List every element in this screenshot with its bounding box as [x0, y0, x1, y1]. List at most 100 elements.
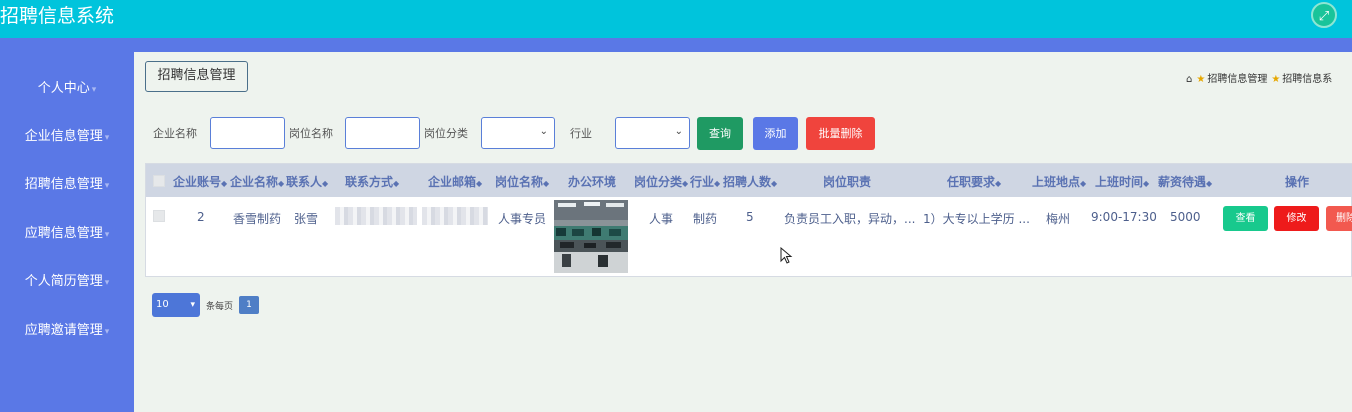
- sidebar-item-label: 招聘信息管理: [24, 177, 103, 192]
- sidebar-item-invitations[interactable]: 应聘邀请管理 ▾: [0, 322, 134, 341]
- column-header: 岗位职责: [823, 175, 872, 189]
- chevron-down-icon: ⌄: [674, 126, 683, 137]
- table-header: 企业账号◆ 企业名称◆ 联系人◆ 联系方式◆ 企业邮箱◆ 岗位名称◆ 办公环境 …: [146, 164, 1352, 197]
- breadcrumb-item[interactable]: 招聘信息管理: [1207, 74, 1267, 85]
- cell-job-category: 人事: [649, 212, 674, 226]
- cell-salary: 5000: [1170, 210, 1201, 224]
- cell-job-name: 人事专员: [498, 212, 547, 226]
- per-page-label: 条每页: [206, 302, 234, 312]
- chevron-down-icon: ▾: [104, 327, 110, 337]
- industry-label: 行业: [570, 127, 592, 140]
- breadcrumb-item[interactable]: 招聘信息系: [1282, 74, 1332, 85]
- sidebar-item-label: 应聘信息管理: [24, 226, 103, 241]
- mouse-cursor-icon: [780, 247, 793, 264]
- add-button[interactable]: 添加: [753, 117, 798, 150]
- cell-location: 梅州: [1046, 212, 1071, 226]
- sidebar-item-label: 个人中心: [37, 81, 90, 96]
- sort-icon: ◆: [543, 179, 550, 188]
- view-button[interactable]: 查看: [1223, 206, 1268, 231]
- column-header[interactable]: 岗位名称◆: [495, 173, 549, 190]
- select-all-checkbox[interactable]: [153, 175, 165, 187]
- data-table: 企业账号◆ 企业名称◆ 联系人◆ 联系方式◆ 企业邮箱◆ 岗位名称◆ 办公环境 …: [145, 163, 1352, 277]
- chevron-down-icon: ▾: [104, 278, 110, 288]
- sidebar-item-application-info[interactable]: 应聘信息管理 ▾: [0, 225, 134, 244]
- cell-company-account: 2: [197, 210, 205, 224]
- sort-icon: ◆: [1080, 179, 1087, 188]
- cell-email-redacted: [422, 207, 488, 225]
- sidebar-item-personal-center[interactable]: 个人中心 ▾: [0, 80, 134, 99]
- chevron-down-icon: ▾: [104, 230, 110, 240]
- column-header[interactable]: 行业◆: [690, 173, 720, 190]
- sort-icon: ◆: [771, 179, 778, 188]
- column-header[interactable]: 企业名称◆: [230, 173, 284, 190]
- chevron-down-icon: ▾: [190, 300, 195, 310]
- home-icon[interactable]: ⌂: [1186, 74, 1192, 85]
- query-button[interactable]: 查询: [697, 117, 743, 150]
- sidebar-item-company-info[interactable]: 企业信息管理 ▾: [0, 128, 134, 147]
- column-header[interactable]: 企业邮箱◆: [428, 173, 482, 190]
- chevron-down-icon: ▾: [91, 85, 97, 95]
- job-name-input[interactable]: [345, 117, 420, 149]
- sidebar: 个人中心 ▾ 企业信息管理 ▾ 招聘信息管理 ▾ 应聘信息管理 ▾ 个人简历管理 ▾ 应聘…: [0, 52, 134, 412]
- sidebar-item-resume[interactable]: 个人简历管理 ▾: [0, 273, 134, 292]
- row-checkbox[interactable]: [153, 210, 165, 222]
- sidebar-item-label: 个人简历管理: [24, 274, 103, 289]
- page-number-button[interactable]: 1: [239, 296, 259, 314]
- cell-headcount: 5: [746, 210, 754, 224]
- page-size-select[interactable]: 10 ▾: [152, 293, 200, 317]
- column-header[interactable]: 招聘人数◆: [723, 173, 777, 190]
- sidebar-item-label: 企业信息管理: [24, 129, 103, 144]
- column-header[interactable]: 薪资待遇◆: [1158, 173, 1212, 190]
- company-name-label: 企业名称: [153, 127, 197, 140]
- column-header: 办公环境: [568, 175, 617, 189]
- star-icon: ★: [1271, 74, 1281, 85]
- industry-select[interactable]: ⌄: [615, 117, 690, 149]
- column-header[interactable]: 岗位分类◆: [634, 173, 688, 190]
- sort-icon: ◆: [1143, 179, 1150, 188]
- sidebar-item-recruit-info[interactable]: 招聘信息管理 ▾: [0, 176, 134, 195]
- column-header[interactable]: 联系人◆: [286, 173, 328, 190]
- company-name-input[interactable]: [210, 117, 285, 149]
- app-title: 招聘信息系统: [0, 5, 115, 27]
- job-name-label: 岗位名称: [289, 127, 333, 140]
- chevron-down-icon: ⌄: [539, 126, 548, 137]
- cell-duties: 负责员工入职，异动，...: [784, 212, 916, 226]
- sort-icon: ◆: [393, 179, 400, 188]
- column-header: 操作: [1285, 175, 1310, 189]
- edit-button[interactable]: 修改: [1274, 206, 1319, 231]
- sort-icon: ◆: [682, 179, 689, 188]
- job-category-label: 岗位分类: [424, 127, 468, 140]
- sort-icon: ◆: [714, 179, 721, 188]
- delete-button[interactable]: 删除: [1326, 206, 1352, 231]
- sort-icon: ◆: [995, 179, 1002, 188]
- sidebar-item-label: 应聘邀请管理: [24, 323, 103, 338]
- sort-icon: ◆: [221, 179, 228, 188]
- cell-company-name: 香雪制药: [233, 212, 282, 226]
- sort-icon: ◆: [476, 179, 483, 188]
- cell-contact: 张雪: [294, 212, 319, 226]
- star-icon: ★: [1196, 74, 1206, 85]
- chevron-down-icon: ▾: [104, 133, 110, 143]
- top-bar: 招聘信息系统 ⤢: [0, 0, 1352, 38]
- column-header[interactable]: 企业账号◆: [173, 173, 227, 190]
- job-category-select[interactable]: ⌄: [481, 117, 555, 149]
- batch-delete-button[interactable]: 批量删除: [806, 117, 875, 150]
- header-band: [0, 38, 1352, 52]
- page-title-box: 招聘信息管理: [145, 61, 248, 92]
- sort-icon: ◆: [278, 179, 285, 188]
- chevron-down-icon: ▾: [104, 181, 110, 191]
- cell-phone-redacted: [335, 207, 417, 225]
- column-header[interactable]: 联系方式◆: [345, 173, 399, 190]
- sort-icon: ◆: [322, 179, 329, 188]
- column-header[interactable]: 上班时间◆: [1095, 173, 1149, 190]
- column-header[interactable]: 上班地点◆: [1032, 173, 1086, 190]
- cell-work-time: 9:00-17:30: [1091, 210, 1157, 224]
- office-environment-image[interactable]: [554, 200, 628, 273]
- column-header[interactable]: 任职要求◆: [947, 173, 1001, 190]
- breadcrumb: ⌂ ★ 招聘信息管理 ★ 招聘信息系: [1186, 70, 1332, 85]
- expand-icon[interactable]: ⤢: [1311, 2, 1337, 28]
- cell-requirements: 1）大专以上学历 ...: [923, 212, 1030, 226]
- sort-icon: ◆: [1206, 179, 1213, 188]
- page-size-value: 10: [156, 299, 169, 310]
- cell-industry: 制药: [693, 212, 718, 226]
